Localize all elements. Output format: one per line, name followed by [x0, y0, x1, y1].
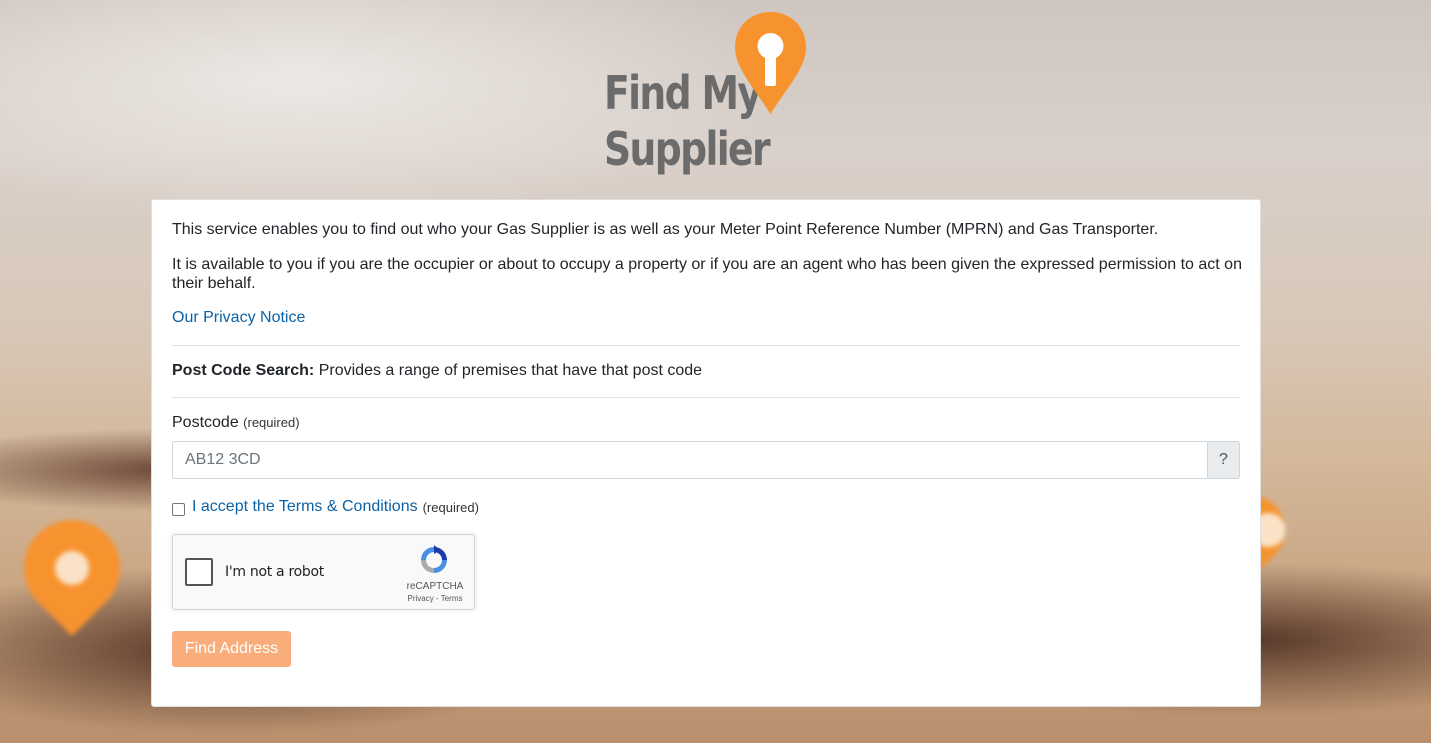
postcode-input[interactable]: [172, 441, 1207, 479]
terms-required-hint: (required): [422, 499, 479, 515]
find-address-button[interactable]: Find Address: [172, 631, 291, 667]
recaptcha-widget: I'm not a robot reCAPTCHA Privacy - Term…: [172, 534, 475, 610]
postcode-required-hint: (required): [243, 415, 300, 430]
search-card: This service enables you to find out who…: [151, 199, 1261, 707]
postcode-label: Postcode (required): [172, 413, 300, 433]
divider: [172, 397, 1240, 398]
recaptcha-privacy-terms-links[interactable]: Privacy - Terms: [401, 594, 469, 603]
postcode-search-title: Post Code Search:: [172, 362, 315, 379]
postcode-search-description: Post Code Search: Provides a range of pr…: [172, 361, 702, 381]
recaptcha-checkbox[interactable]: [185, 558, 213, 586]
postcode-help-button[interactable]: ?: [1207, 441, 1240, 479]
postcode-label-text: Postcode: [172, 414, 239, 431]
postcode-search-text: Provides a range of premises that have t…: [314, 362, 703, 379]
terms-row: I accept the Terms & Conditions (require…: [172, 498, 479, 516]
terms-conditions-link[interactable]: I accept the Terms & Conditions: [192, 498, 418, 516]
background-pin-left: [4, 500, 140, 636]
terms-checkbox[interactable]: [172, 502, 185, 516]
postcode-input-group: ?: [172, 441, 1240, 479]
privacy-notice-link[interactable]: Our Privacy Notice: [172, 309, 305, 327]
recaptcha-icon: [421, 545, 447, 573]
recaptcha-label: I'm not a robot: [225, 564, 324, 580]
intro-paragraph-1: This service enables you to find out who…: [172, 221, 1159, 238]
location-pin-icon: [735, 12, 806, 114]
find-my-supplier-logo: Find My Supplier: [600, 10, 820, 185]
divider: [172, 345, 1240, 346]
recaptcha-brand: reCAPTCHA: [406, 581, 464, 592]
intro-paragraph-2: It is available to you if you are the oc…: [172, 256, 1242, 292]
